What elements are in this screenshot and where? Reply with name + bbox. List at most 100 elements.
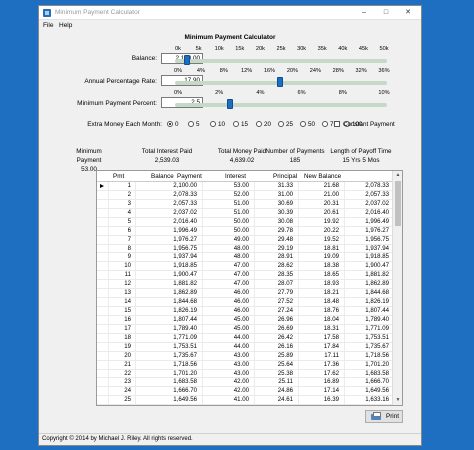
table-row[interactable]: 13 1,862.89 46.00 27.79 18.21 1,844.68 bbox=[97, 289, 393, 299]
vertical-scrollbar[interactable]: ▲ ▼ bbox=[392, 171, 402, 405]
extra-money-radio-50[interactable]: 50 bbox=[300, 121, 315, 128]
table-row[interactable]: 11 1,900.47 47.00 28.35 18.65 1,881.82 bbox=[97, 271, 393, 281]
summary-total-interest-value: 2,539.03 bbox=[154, 157, 180, 164]
radio-label: 0 bbox=[175, 121, 179, 128]
apr-slider[interactable] bbox=[175, 76, 387, 90]
table-row[interactable]: 3 2,057.33 51.00 30.69 20.31 2,037.02 bbox=[97, 200, 393, 209]
tick-label: 32% bbox=[355, 68, 367, 74]
tick-label: 10k bbox=[214, 46, 224, 52]
scroll-up-icon[interactable]: ▲ bbox=[393, 171, 402, 180]
column-header-balance[interactable]: Balance bbox=[151, 173, 174, 180]
table-row[interactable]: 4 2,037.02 51.00 30.39 20.61 2,016.40 bbox=[97, 209, 393, 218]
table-row[interactable]: 9 1,937.94 48.00 28.91 19.09 1,918.85 bbox=[97, 253, 393, 263]
min-pct-slider-thumb[interactable] bbox=[226, 99, 233, 109]
summary-num-payments-value: 185 bbox=[289, 157, 301, 164]
summary-num-payments-label: Number of Payments bbox=[265, 148, 325, 155]
table-row[interactable]: 23 1,683.58 42.00 25.11 16.89 1,666.70 bbox=[97, 378, 393, 388]
row-separator bbox=[97, 404, 393, 405]
balance-slider-thumb[interactable] bbox=[183, 55, 190, 65]
scrollbar-thumb[interactable] bbox=[395, 181, 401, 226]
tick-label: 25k bbox=[276, 46, 286, 52]
print-button[interactable]: Print bbox=[365, 410, 403, 423]
tick-label: 12% bbox=[241, 68, 253, 74]
app-window: Minimum Payment Calculator – □ ✕ File He… bbox=[38, 5, 422, 446]
tick-label: 4% bbox=[256, 90, 265, 96]
tick-label: 20% bbox=[286, 68, 299, 74]
close-button[interactable]: ✕ bbox=[397, 6, 419, 20]
radio-dot[interactable] bbox=[167, 121, 173, 127]
tick-label: 16% bbox=[263, 68, 276, 74]
balance-slider-track bbox=[175, 59, 387, 63]
extra-money-radio-15[interactable]: 15 bbox=[233, 121, 248, 128]
tick-label: 5k bbox=[195, 46, 202, 52]
current-row-arrow-icon bbox=[100, 184, 104, 188]
radio-dot[interactable] bbox=[322, 121, 328, 127]
apr-label: Annual Percentage Rate: bbox=[84, 78, 157, 85]
table-row[interactable]: 1 2,100.00 53.00 31.33 21.68 2,078.33 bbox=[97, 182, 393, 191]
tick-label: 28% bbox=[332, 68, 344, 74]
tick-label: 10% bbox=[378, 90, 390, 96]
table-row[interactable]: 19 1,753.51 44.00 26.16 17.84 1,735.67 bbox=[97, 343, 393, 352]
radio-label: 25 bbox=[286, 121, 294, 128]
table-row[interactable]: 22 1,701.20 43.00 25.38 17.62 1,683.58 bbox=[97, 370, 393, 379]
min-pct-slider[interactable] bbox=[175, 98, 387, 112]
summary-min-payment-label: Minimum Payment bbox=[76, 148, 102, 164]
radio-dot[interactable] bbox=[233, 121, 239, 127]
tick-label: 0% bbox=[173, 68, 183, 74]
table-row[interactable]: 2 2,078.33 52.00 31.00 21.00 2,057.33 bbox=[97, 191, 393, 200]
amortization-table[interactable]: Pmt Balance Payment Interest Principal N… bbox=[96, 170, 403, 406]
summary-total-interest: Total Interest Paid 2,539.03 bbox=[136, 147, 198, 165]
radio-dot[interactable] bbox=[256, 121, 262, 127]
table-row[interactable]: 16 1,807.44 45.00 26.96 18.04 1,789.40 bbox=[97, 316, 393, 325]
radio-dot[interactable] bbox=[210, 121, 216, 127]
column-header-principal[interactable]: Principal bbox=[273, 173, 297, 180]
tick-label: 2% bbox=[215, 90, 224, 96]
window-title: Minimum Payment Calculator bbox=[55, 9, 140, 16]
table-row[interactable]: 20 1,735.67 43.00 25.89 17.11 1,718.56 bbox=[97, 352, 393, 361]
column-header-payment[interactable]: Payment bbox=[177, 173, 202, 180]
summary-num-payments: Number of Payments 185 bbox=[265, 147, 325, 165]
tick-label: 36% bbox=[378, 68, 390, 74]
table-row[interactable]: 18 1,771.09 44.00 26.42 17.58 1,753.51 bbox=[97, 334, 393, 343]
table-row[interactable]: 14 1,844.68 46.00 27.52 18.48 1,826.19 bbox=[97, 298, 393, 307]
summary-payoff-value: 15 Yrs 5 Mos bbox=[342, 157, 380, 164]
apr-slider-thumb[interactable] bbox=[277, 77, 284, 87]
maximize-button[interactable]: □ bbox=[375, 6, 397, 20]
constant-payment-label: Constant Payment bbox=[343, 121, 395, 128]
summary-total-money-value: 4,639.02 bbox=[229, 157, 255, 164]
table-row[interactable]: 21 1,718.56 43.00 25.64 17.36 1,701.20 bbox=[97, 361, 393, 370]
table-row[interactable]: 15 1,826.19 46.00 27.24 18.76 1,807.44 bbox=[97, 307, 393, 316]
table-row[interactable]: 6 1,996.49 50.00 29.78 20.22 1,976.27 bbox=[97, 227, 393, 236]
radio-label: 15 bbox=[241, 121, 249, 128]
extra-money-radio-20[interactable]: 20 bbox=[256, 121, 271, 128]
column-header-new-balance[interactable]: New Balance bbox=[304, 173, 341, 180]
extra-money-radio-10[interactable]: 10 bbox=[210, 121, 225, 128]
radio-dot[interactable] bbox=[188, 121, 194, 127]
constant-payment-checkbox[interactable]: Constant Payment bbox=[334, 121, 395, 128]
table-row[interactable]: 25 1,649.56 41.00 24.61 16.39 1,633.16 bbox=[97, 396, 393, 405]
menu-help[interactable]: Help bbox=[59, 22, 72, 29]
menu-file[interactable]: File bbox=[43, 22, 53, 29]
checkbox-box[interactable] bbox=[334, 121, 340, 127]
balance-slider[interactable] bbox=[175, 54, 387, 68]
radio-dot[interactable] bbox=[278, 121, 284, 127]
summary-payoff-time: Length of Payoff Time 15 Yrs 5 Mos bbox=[328, 147, 394, 165]
table-row[interactable]: 7 1,976.27 49.00 29.48 19.52 1,956.75 bbox=[97, 236, 393, 245]
table-row[interactable]: 17 1,789.40 45.00 26.69 18.31 1,771.09 bbox=[97, 325, 393, 334]
extra-money-radio-5[interactable]: 5 bbox=[188, 121, 200, 128]
extra-money-radio-0[interactable]: 0 bbox=[167, 121, 179, 128]
printer-icon bbox=[371, 412, 381, 420]
table-row[interactable]: 5 2,016.40 50.00 30.08 19.92 1,996.49 bbox=[97, 218, 393, 227]
copyright-text: Copyright © 2014 by Michael J. Riley. Al… bbox=[42, 436, 193, 442]
scroll-down-icon[interactable]: ▼ bbox=[393, 396, 402, 405]
table-row[interactable]: 24 1,666.70 42.00 24.86 17.14 1,649.56 bbox=[97, 387, 393, 397]
radio-dot[interactable] bbox=[300, 121, 306, 127]
table-row[interactable]: 10 1,918.85 47.00 28.62 18.38 1,900.47 bbox=[97, 262, 393, 272]
tick-label: 4% bbox=[196, 68, 205, 74]
table-row[interactable]: 8 1,956.75 48.00 29.19 18.81 1,937.94 bbox=[97, 245, 393, 254]
extra-money-radio-25[interactable]: 25 bbox=[278, 121, 293, 128]
table-row[interactable]: 12 1,881.82 47.00 28.07 18.93 1,862.89 bbox=[97, 280, 393, 290]
column-header-interest[interactable]: Interest bbox=[225, 173, 246, 180]
minimize-button[interactable]: – bbox=[353, 6, 375, 20]
column-header-pmt[interactable]: Pmt bbox=[113, 173, 124, 180]
